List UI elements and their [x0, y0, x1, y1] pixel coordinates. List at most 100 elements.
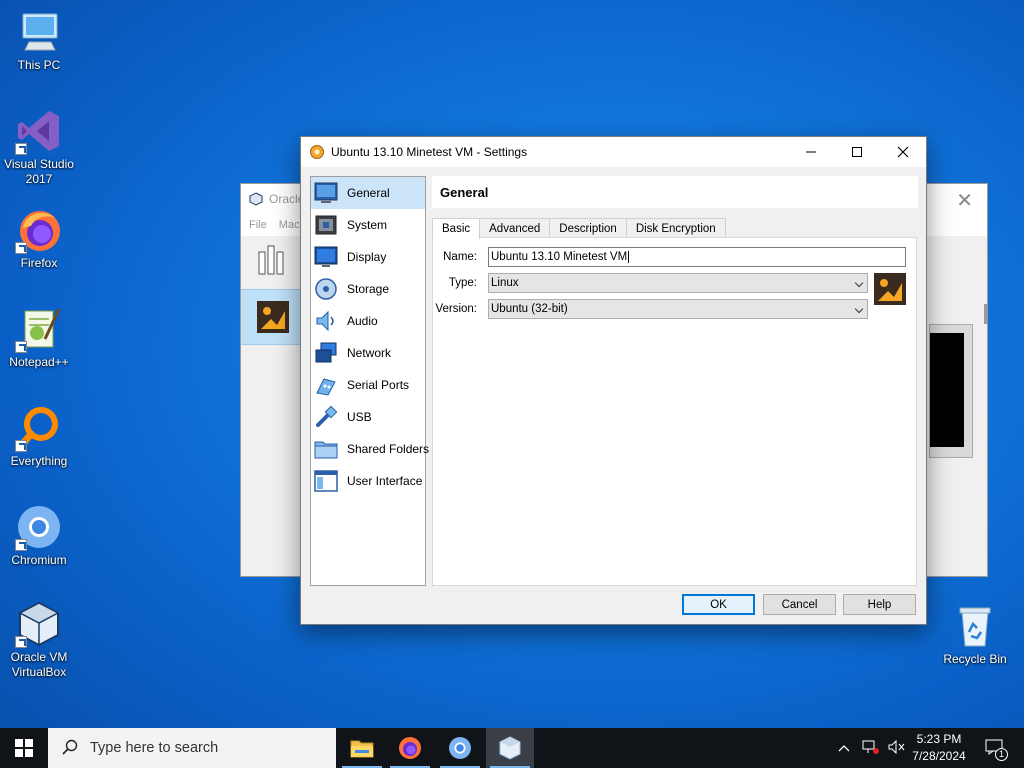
tab-advanced[interactable]: Advanced: [479, 218, 551, 238]
name-field[interactable]: Ubuntu 13.10 Minetest VM: [488, 247, 906, 267]
close-button[interactable]: [880, 137, 926, 167]
version-row: Version:: [433, 299, 482, 319]
clock-date: 7/28/2024: [912, 749, 966, 763]
system-icon: [314, 213, 338, 237]
close-icon[interactable]: ✕: [956, 188, 973, 213]
desktop-icon-recycle-bin[interactable]: Recycle Bin: [935, 602, 1015, 667]
version-select[interactable]: Ubuntu (32-bit): [488, 299, 868, 319]
serial-ports-icon: [314, 373, 338, 397]
nav-item-user-interface[interactable]: User Interface: [311, 465, 425, 497]
file-explorer-icon: [350, 740, 374, 758]
desktop-icon-chromium[interactable]: Chromium: [0, 503, 79, 568]
ok-button[interactable]: OK: [682, 594, 755, 615]
nav-item-shared-folders[interactable]: Shared Folders: [311, 433, 429, 465]
desktop-icon-this-pc[interactable]: This PC: [0, 8, 79, 73]
ubuntu-os-icon: [257, 301, 289, 336]
chevron-up-icon[interactable]: [838, 741, 856, 755]
recycle-bin-icon: [951, 602, 999, 650]
desktop-icon-visual-studio[interactable]: Visual Studio 2017: [0, 107, 79, 187]
network-status-icon[interactable]: [862, 740, 884, 757]
nav-item-label: Serial Ports: [347, 378, 410, 392]
nav-item-storage[interactable]: Storage: [311, 273, 425, 305]
nav-item-label: Audio: [347, 314, 378, 328]
help-button[interactable]: Help: [843, 594, 916, 615]
taskbar-app-firefox[interactable]: [386, 728, 434, 768]
nav-item-usb[interactable]: USB: [311, 401, 425, 433]
taskbar-app-chromium[interactable]: [436, 728, 484, 768]
nav-item-label: General: [347, 186, 390, 200]
desktop-icon-virtualbox[interactable]: Oracle VM VirtualBox: [0, 600, 79, 680]
desktop-icon-label: Chromium: [11, 553, 67, 567]
shortcut-arrow-icon: [15, 242, 27, 254]
ubuntu-os-icon: [874, 273, 906, 305]
tab-basic[interactable]: Basic: [432, 218, 481, 239]
nav-item-label: USB: [347, 410, 372, 424]
tools-item[interactable]: [241, 236, 301, 286]
shortcut-arrow-icon: [15, 341, 27, 353]
menu-file[interactable]: File: [249, 219, 267, 231]
nav-item-system[interactable]: System: [311, 209, 425, 241]
nav-item-general[interactable]: General: [311, 177, 425, 209]
taskbar-search-box[interactable]: Type here to search: [48, 728, 336, 768]
start-button[interactable]: [0, 728, 48, 768]
nav-item-network[interactable]: Network: [311, 337, 425, 369]
search-placeholder: Type here to search: [90, 740, 219, 756]
nav-item-label: Shared Folders: [347, 442, 430, 456]
nav-item-label: Storage: [347, 282, 390, 296]
taskbar-clock[interactable]: 5:23 PM 7/28/2024: [900, 731, 978, 765]
text-caret: [628, 251, 630, 263]
windows-logo-icon: [15, 739, 33, 757]
audio-icon: [314, 309, 338, 333]
desktop-icon-label: This PC: [17, 58, 61, 72]
tab-disk-encryption[interactable]: Disk Encryption: [625, 218, 726, 238]
desktop-icon-firefox[interactable]: Firefox: [0, 206, 79, 271]
settings-dialog[interactable]: Ubuntu 13.10 Minetest VM - Settings Gene…: [300, 136, 927, 625]
network-icon: [314, 341, 338, 365]
vm-list-item-selected[interactable]: [241, 289, 301, 345]
tab-bar: Basic Advanced Description Disk Encrypti…: [432, 218, 726, 239]
visual-studio-icon: [15, 107, 63, 155]
taskbar-app-file-explorer[interactable]: [338, 728, 386, 768]
type-select[interactable]: Linux: [488, 273, 868, 293]
dialog-titlebar[interactable]: Ubuntu 13.10 Minetest VM - Settings: [301, 137, 926, 167]
virtualbox-icon: [499, 736, 521, 760]
tab-panel-basic: Name: Ubuntu 13.10 Minetest VM Type: Lin…: [432, 237, 917, 586]
vm-preview-screen: [930, 333, 964, 447]
nav-item-serial-ports[interactable]: Serial Ports: [311, 369, 425, 401]
name-field-value: Ubuntu 13.10 Minetest VM: [491, 251, 628, 263]
scrollbar[interactable]: [984, 304, 987, 324]
taskbar: Type here to search 5:23 PM 7/28/2024 1: [0, 728, 1024, 768]
type-row: Type:: [433, 273, 482, 293]
general-icon: [314, 181, 338, 205]
notifications-button[interactable]: 1: [982, 728, 1008, 768]
nav-item-audio[interactable]: Audio: [311, 305, 425, 337]
display-icon: [314, 245, 338, 269]
desktop-icon-label: Firefox: [20, 256, 58, 270]
chevron-down-icon: [854, 278, 864, 288]
desktop-icon-label: Everything: [10, 454, 68, 468]
dialog-title: Ubuntu 13.10 Minetest VM - Settings: [331, 145, 528, 159]
chromium-icon: [15, 503, 63, 551]
nav-item-label: Network: [347, 346, 392, 360]
notepadpp-icon: [15, 305, 63, 353]
desktop-icon-everything[interactable]: Everything: [0, 404, 79, 469]
version-label: Version:: [435, 303, 477, 315]
usb-icon: [314, 405, 338, 429]
chromium-icon: [449, 737, 471, 759]
nav-item-display[interactable]: Display: [311, 241, 425, 273]
minimize-button[interactable]: [788, 137, 834, 167]
cancel-button[interactable]: Cancel: [763, 594, 836, 615]
settings-gear-icon: [309, 144, 325, 160]
desktop-icon-notepadpp[interactable]: Notepad++: [0, 305, 79, 370]
type-select-value: Linux: [491, 277, 519, 289]
desktop-icon-label: Notepad++: [9, 355, 69, 369]
virtualbox-icon: [15, 600, 63, 648]
section-title: General: [432, 176, 918, 208]
taskbar-app-virtualbox[interactable]: [486, 728, 534, 768]
tab-description[interactable]: Description: [549, 218, 627, 238]
shortcut-arrow-icon: [15, 636, 27, 648]
nav-item-label: Display: [347, 250, 387, 264]
maximize-button[interactable]: [834, 137, 880, 167]
shortcut-arrow-icon: [15, 143, 27, 155]
search-icon: [62, 739, 78, 758]
